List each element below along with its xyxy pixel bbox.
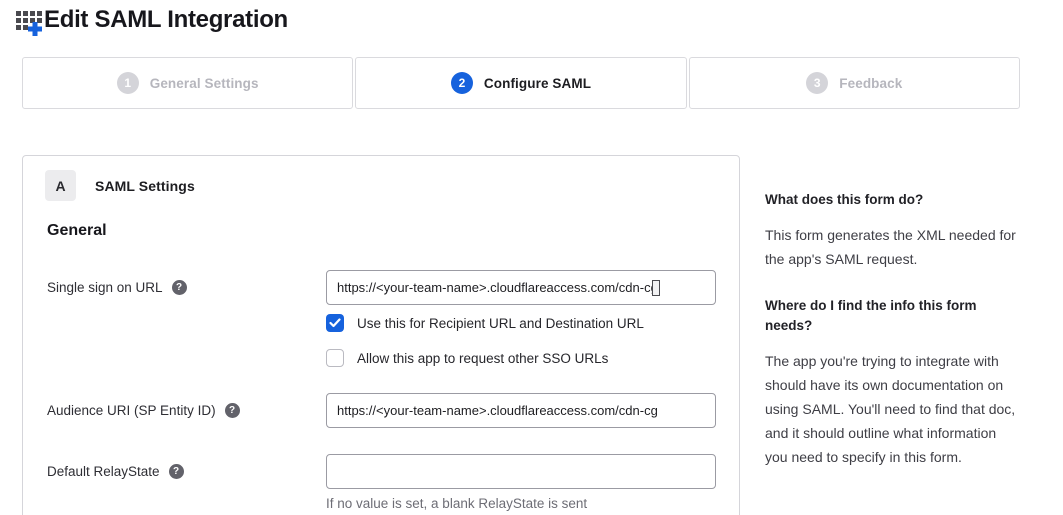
default-relay-state-input[interactable] [326,454,716,489]
form-row-audience-uri: Audience URI (SP Entity ID) [47,393,716,428]
checkbox-checked-icon[interactable] [326,314,344,332]
single-sign-on-url-input[interactable]: https://<your-team-name>.cloudflareacces… [326,270,716,305]
general-section-heading: General [47,222,107,240]
help-section-what: What does this form do? This form genera… [765,190,1021,271]
audience-uri-input[interactable] [326,393,716,428]
step-configure-saml[interactable]: 2 Configure SAML [355,57,686,109]
step-label: Configure SAML [484,76,591,91]
page-title: Edit SAML Integration [44,5,288,35]
step-number-badge: 3 [806,72,828,94]
panel-header: A SAML Settings [45,170,195,201]
wizard-stepper: 1 General Settings 2 Configure SAML 3 Fe… [22,57,1020,109]
step-label: General Settings [150,76,259,91]
checkbox-unchecked-icon[interactable] [326,349,344,367]
add-app-grid-plus-icon [15,8,43,36]
relay-state-helper-text: If no value is set, a blank RelayState i… [326,496,716,511]
help-section-where: Where do I find the info this form needs… [765,296,1021,469]
panel-title: SAML Settings [95,178,195,194]
help-heading: Where do I find the info this form needs… [765,296,1021,336]
page: Edit SAML Integration 1 General Settings… [0,0,1063,515]
saml-settings-panel: A SAML Settings General Single sign on U… [22,155,740,515]
step-number-badge: 1 [117,72,139,94]
help-icon[interactable] [169,464,184,479]
form-row-default-relay-state: Default RelayState If no value is set, a… [47,454,716,511]
help-body: This form generates the XML needed for t… [765,223,1021,271]
field-label: Audience URI (SP Entity ID) [47,393,326,428]
checkbox-allow-other-sso-urls[interactable]: Allow this app to request other SSO URLs [326,348,716,368]
text-cursor [652,280,660,296]
help-body: The app you're trying to integrate with … [765,349,1021,469]
form-row-single-sign-on-url: Single sign on URL https://<your-team-na… [47,270,716,368]
help-sidebar: What does this form do? This form genera… [765,190,1021,469]
audience-uri-label: Audience URI (SP Entity ID) [47,402,216,419]
help-icon[interactable] [172,280,187,295]
single-sign-on-url-label: Single sign on URL [47,279,163,296]
help-icon[interactable] [225,403,240,418]
checkbox-recipient-destination-url[interactable]: Use this for Recipient URL and Destinati… [326,313,716,333]
field-label: Default RelayState [47,454,326,511]
step-feedback[interactable]: 3 Feedback [689,57,1020,109]
checkbox-label: Use this for Recipient URL and Destinati… [357,316,644,331]
help-heading: What does this form do? [765,190,1021,210]
step-number-badge: 2 [451,72,473,94]
section-a-badge: A [45,170,76,201]
field-label: Single sign on URL [47,270,326,368]
input-value: https://<your-team-name>.cloudflareacces… [337,280,658,295]
step-general-settings[interactable]: 1 General Settings [22,57,353,109]
step-label: Feedback [839,76,902,91]
default-relay-state-label: Default RelayState [47,463,160,480]
checkbox-label: Allow this app to request other SSO URLs [357,351,608,366]
